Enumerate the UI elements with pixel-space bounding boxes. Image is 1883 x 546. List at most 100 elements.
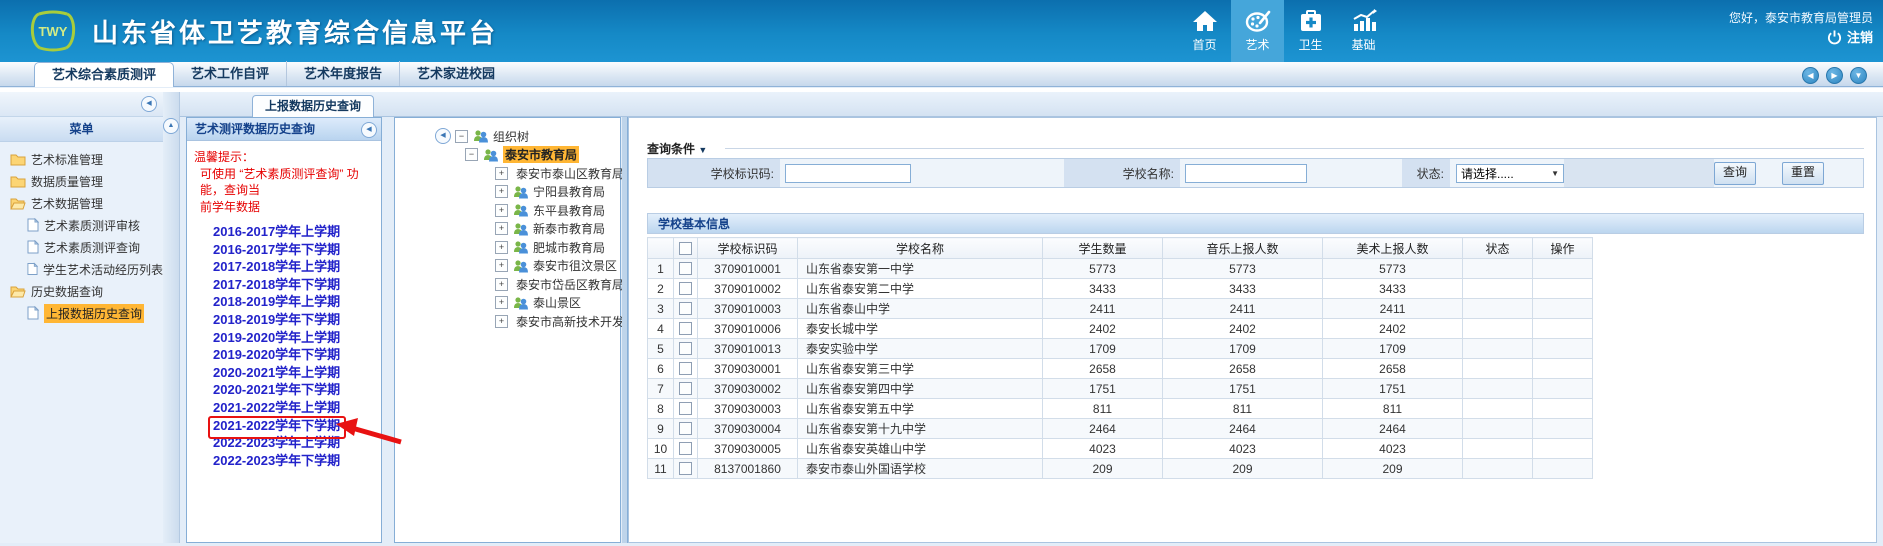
tree-node-root[interactable]: ◀ − 组织树 <box>395 127 620 146</box>
plus-box-icon[interactable]: + <box>495 167 508 180</box>
legend-divider <box>725 148 1864 149</box>
logout-button[interactable]: 注销 <box>1729 28 1873 47</box>
school-id-input[interactable] <box>785 164 911 183</box>
school-name-label: 学校名称: <box>1064 159 1180 187</box>
nav-item-basic[interactable]: 基础 <box>1337 0 1390 62</box>
plus-box-icon[interactable]: + <box>495 296 508 309</box>
status-select[interactable]: 请选择..... ▼ <box>1456 164 1564 183</box>
row-checkbox[interactable] <box>679 442 692 455</box>
group-people-icon <box>512 185 529 199</box>
splitter-collapse-button[interactable]: ▲ <box>163 118 179 134</box>
logout-label: 注销 <box>1847 28 1873 47</box>
table-row: 7 3709030002 山东省泰安第四中学 1751 1751 1751 <box>648 379 1593 399</box>
history-panel-collapse-button[interactable]: ◀ <box>361 122 377 138</box>
sidebar-item-art-standards[interactable]: 艺术标准管理 <box>0 148 163 170</box>
row-checkbox[interactable] <box>679 382 692 395</box>
term-link[interactable]: 2016-2017学年下学期 <box>213 241 381 259</box>
tab-art-self-eval[interactable]: 艺术工作自评 <box>174 61 286 86</box>
term-link[interactable]: 2019-2020学年上学期 <box>213 329 381 347</box>
row-checkbox[interactable] <box>679 402 692 415</box>
tree-collapse-button[interactable]: ◀ <box>435 128 451 144</box>
sidebar-item-report-history-query[interactable]: 上报数据历史查询 <box>0 302 163 324</box>
nav-forward-circle-button[interactable]: ▶ <box>1826 67 1843 84</box>
sidebar-splitter[interactable]: ▲ <box>163 92 180 543</box>
group-people-icon <box>482 148 499 162</box>
tree-node-district[interactable]: + 泰安市岱岳区教育局 <box>395 275 620 294</box>
nav-menu-circle-button[interactable]: ▼ <box>1850 67 1867 84</box>
plus-box-icon[interactable]: + <box>495 222 508 235</box>
tree-node-district[interactable]: + 泰山景区 <box>395 294 620 313</box>
row-checkbox[interactable] <box>679 462 692 475</box>
tree-node-district[interactable]: + 泰安市徂汶景区 <box>395 257 620 276</box>
tree-node-district[interactable]: + 东平县教育局 <box>395 201 620 220</box>
group-people-icon <box>512 240 529 254</box>
sidebar-collapse-button[interactable]: ◀ <box>141 96 157 112</box>
term-link[interactable]: 2021-2022学年下学期 <box>213 417 381 435</box>
term-link[interactable]: 2020-2021学年上学期 <box>213 364 381 382</box>
term-link-highlighted[interactable]: 2022-2023学年上学期 <box>213 434 381 452</box>
reset-button[interactable]: 重置 <box>1782 162 1824 185</box>
plus-box-icon[interactable]: + <box>495 204 508 217</box>
term-link[interactable]: 2017-2018学年下学期 <box>213 276 381 294</box>
tab-artist-campus[interactable]: 艺术家进校园 <box>399 61 512 86</box>
term-link[interactable]: 2021-2022学年上学期 <box>213 399 381 417</box>
row-checkbox[interactable] <box>679 262 692 275</box>
history-panel: 艺术测评数据历史查询 ◀ 温馨提示： 可使用 “艺术素质测评查询” 功能，查询当… <box>186 117 382 543</box>
school-name-input[interactable] <box>1185 164 1307 183</box>
row-checkbox[interactable] <box>679 362 692 375</box>
chevron-down-icon: ▼ <box>698 145 707 155</box>
table-row: 4 3709010006 泰安长城中学 2402 2402 2402 <box>648 319 1593 339</box>
row-checkbox[interactable] <box>679 322 692 335</box>
minus-box-icon[interactable]: − <box>455 130 468 143</box>
row-checkbox[interactable] <box>679 342 692 355</box>
file-icon <box>27 218 39 232</box>
sidebar-item-history-data[interactable]: 历史数据查询 <box>0 280 163 302</box>
query-conditions-label[interactable]: 查询条件 ▼ <box>647 140 707 157</box>
folder-icon <box>10 175 26 188</box>
col-music: 音乐上报人数 <box>1163 238 1323 259</box>
sidebar-item-activity-list[interactable]: 学生艺术活动经历列表 <box>0 258 163 280</box>
nav-back-circle-button[interactable]: ◀ <box>1802 67 1819 84</box>
tree-node-bureau[interactable]: − 泰安市教育局 <box>395 146 620 165</box>
term-link[interactable]: 2018-2019学年下学期 <box>213 311 381 329</box>
col-school-id: 学校标识码 <box>698 238 798 259</box>
tree-node-district[interactable]: + 泰安市泰山区教育局 <box>395 164 620 183</box>
nav-item-home[interactable]: 首页 <box>1178 0 1231 62</box>
plus-box-icon[interactable]: + <box>495 315 508 328</box>
plus-box-icon[interactable]: + <box>495 185 508 198</box>
row-checkbox[interactable] <box>679 302 692 315</box>
svg-text:TWY: TWY <box>39 24 68 39</box>
minus-box-icon[interactable]: − <box>465 148 478 161</box>
term-link[interactable]: 2018-2019学年上学期 <box>213 293 381 311</box>
subtab-history-query[interactable]: 上报数据历史查询 <box>252 95 374 117</box>
tree-node-district[interactable]: + 宁阳县教育局 <box>395 183 620 202</box>
sidebar-item-eval-query[interactable]: 艺术素质测评查询 <box>0 236 163 258</box>
row-checkbox[interactable] <box>679 422 692 435</box>
sidebar-item-eval-audit[interactable]: 艺术素质测评审核 <box>0 214 163 236</box>
tree-node-district[interactable]: + 泰安市高新技术开发区 <box>395 312 620 331</box>
col-status: 状态 <box>1463 238 1533 259</box>
sidebar-item-data-quality[interactable]: 数据质量管理 <box>0 170 163 192</box>
top-nav: 首页 艺术 卫生 <box>1178 0 1390 62</box>
row-checkbox[interactable] <box>679 282 692 295</box>
nav-item-art[interactable]: 艺术 <box>1231 0 1284 62</box>
tree-node-district[interactable]: + 肥城市教育局 <box>395 238 620 257</box>
term-link[interactable]: 2019-2020学年下学期 <box>213 346 381 364</box>
sidebar-item-art-data-mgmt[interactable]: 艺术数据管理 <box>0 192 163 214</box>
term-link[interactable]: 2022-2023学年下学期 <box>213 452 381 470</box>
select-all-checkbox[interactable] <box>679 242 692 255</box>
folder-icon <box>10 153 26 166</box>
term-link[interactable]: 2016-2017学年上学期 <box>213 223 381 241</box>
nav-item-health[interactable]: 卫生 <box>1284 0 1337 62</box>
org-tree-panel: ◀ − 组织树 − 泰安市教育局 + 泰安市泰山区教育局 + 宁阳县教育局 + … <box>394 117 621 543</box>
term-link[interactable]: 2020-2021学年下学期 <box>213 381 381 399</box>
search-button[interactable]: 查询 <box>1714 162 1756 185</box>
plus-box-icon[interactable]: + <box>495 278 508 291</box>
tree-node-district[interactable]: + 新泰市教育局 <box>395 220 620 239</box>
term-link[interactable]: 2017-2018学年上学期 <box>213 258 381 276</box>
tab-art-quality-eval[interactable]: 艺术综合素质测评 <box>34 62 174 87</box>
tab-art-annual-report[interactable]: 艺术年度报告 <box>286 61 399 86</box>
plus-box-icon[interactable]: + <box>495 241 508 254</box>
plus-box-icon[interactable]: + <box>495 259 508 272</box>
school-table: 学校标识码 学校名称 学生数量 音乐上报人数 美术上报人数 状态 操作 1 37… <box>647 237 1593 479</box>
